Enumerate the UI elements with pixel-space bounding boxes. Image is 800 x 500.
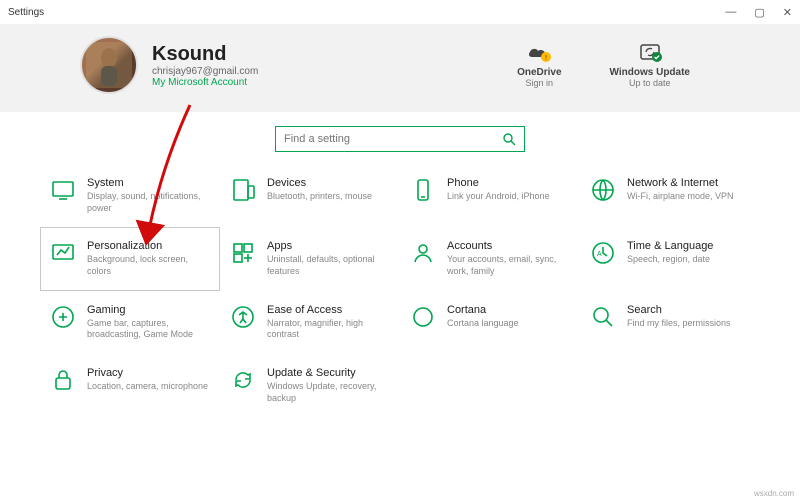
search-icon: [502, 132, 516, 146]
category-ease[interactable]: Ease of Access Narrator, magnifier, high …: [220, 291, 400, 354]
category-title: System: [87, 177, 211, 189]
category-desc: Uninstall, defaults, optional features: [267, 254, 391, 277]
category-desc: Speech, region, date: [627, 254, 713, 266]
category-title: Accounts: [447, 240, 571, 252]
account-info: Ksound chrisjay967@gmail.com My Microsof…: [152, 43, 258, 88]
cloud-icon: !: [526, 43, 552, 63]
category-title: Apps: [267, 240, 391, 252]
category-desc: Display, sound, notifications, power: [87, 191, 211, 214]
onedrive-label: OneDrive: [517, 67, 561, 78]
update-label: Windows Update: [610, 67, 690, 78]
titlebar: Settings — ▢ ✕: [0, 0, 800, 24]
search-icon: [589, 304, 617, 341]
account-header: Ksound chrisjay967@gmail.com My Microsof…: [0, 24, 800, 112]
category-title: Privacy: [87, 367, 208, 379]
maximize-button[interactable]: ▢: [754, 6, 764, 19]
close-button[interactable]: ✕: [783, 6, 792, 19]
category-desc: Windows Update, recovery, backup: [267, 381, 391, 404]
search-input[interactable]: [284, 133, 502, 145]
category-cortana[interactable]: Cortana Cortana language: [400, 291, 580, 354]
onedrive-sub: Sign in: [517, 78, 561, 88]
category-phone[interactable]: Phone Link your Android, iPhone: [400, 164, 580, 227]
microsoft-account-link[interactable]: My Microsoft Account: [152, 77, 258, 88]
category-title: Personalization: [87, 240, 211, 252]
account-email: chrisjay967@gmail.com: [152, 66, 258, 77]
search-row: [0, 112, 800, 160]
category-desc: Game bar, captures, broadcasting, Game M…: [87, 318, 211, 341]
svg-text:!: !: [545, 55, 547, 62]
category-update[interactable]: Update & Security Windows Update, recover…: [220, 354, 400, 417]
category-devices[interactable]: Devices Bluetooth, printers, mouse: [220, 164, 400, 227]
window-title: Settings: [8, 7, 44, 18]
category-title: Update & Security: [267, 367, 391, 379]
apps-icon: [229, 240, 257, 277]
category-gaming[interactable]: Gaming Game bar, captures, broadcasting, …: [40, 291, 220, 354]
category-desc: Bluetooth, printers, mouse: [267, 191, 372, 203]
category-desc: Narrator, magnifier, high contrast: [267, 318, 391, 341]
category-desc: Location, camera, microphone: [87, 381, 208, 393]
category-time[interactable]: A Time & Language Speech, region, date: [580, 227, 760, 290]
phone-icon: [409, 177, 437, 214]
search-box[interactable]: [275, 126, 525, 152]
privacy-icon: [49, 367, 77, 404]
svg-text:A: A: [597, 251, 602, 258]
sync-icon: [637, 43, 663, 63]
devices-icon: [229, 177, 257, 214]
minimize-button[interactable]: —: [725, 6, 736, 19]
category-title: Phone: [447, 177, 550, 189]
time-icon: A: [589, 240, 617, 277]
category-system[interactable]: System Display, sound, notifications, pow…: [40, 164, 220, 227]
onedrive-tile[interactable]: ! OneDrive Sign in: [517, 43, 561, 88]
category-title: Ease of Access: [267, 304, 391, 316]
personalization-icon: [49, 240, 77, 277]
category-desc: Wi-Fi, airplane mode, VPN: [627, 191, 734, 203]
category-accounts[interactable]: Accounts Your accounts, email, sync, work…: [400, 227, 580, 290]
cortana-icon: [409, 304, 437, 341]
category-title: Gaming: [87, 304, 211, 316]
system-icon: [49, 177, 77, 214]
avatar[interactable]: [80, 36, 138, 94]
category-desc: Link your Android, iPhone: [447, 191, 550, 203]
category-title: Cortana: [447, 304, 519, 316]
category-privacy[interactable]: Privacy Location, camera, microphone: [40, 354, 220, 417]
ease-icon: [229, 304, 257, 341]
update-icon: [229, 367, 257, 404]
category-desc: Background, lock screen, colors: [87, 254, 211, 277]
category-personalization[interactable]: Personalization Background, lock screen, …: [40, 227, 220, 290]
accounts-icon: [409, 240, 437, 277]
category-title: Network & Internet: [627, 177, 734, 189]
category-apps[interactable]: Apps Uninstall, defaults, optional featur…: [220, 227, 400, 290]
account-name: Ksound: [152, 43, 258, 66]
category-desc: Find my files, permissions: [627, 318, 731, 330]
category-search[interactable]: Search Find my files, permissions: [580, 291, 760, 354]
network-icon: [589, 177, 617, 214]
attribution: wsxdn.com: [754, 489, 794, 498]
windows-update-tile[interactable]: Windows Update Up to date: [610, 43, 690, 88]
category-title: Search: [627, 304, 731, 316]
category-title: Time & Language: [627, 240, 713, 252]
category-network[interactable]: Network & Internet Wi-Fi, airplane mode, …: [580, 164, 760, 227]
window-controls: — ▢ ✕: [725, 6, 792, 19]
category-desc: Your accounts, email, sync, work, family: [447, 254, 571, 277]
category-desc: Cortana language: [447, 318, 519, 330]
category-title: Devices: [267, 177, 372, 189]
gaming-icon: [49, 304, 77, 341]
update-sub: Up to date: [610, 78, 690, 88]
settings-grid: System Display, sound, notifications, pow…: [0, 160, 800, 422]
